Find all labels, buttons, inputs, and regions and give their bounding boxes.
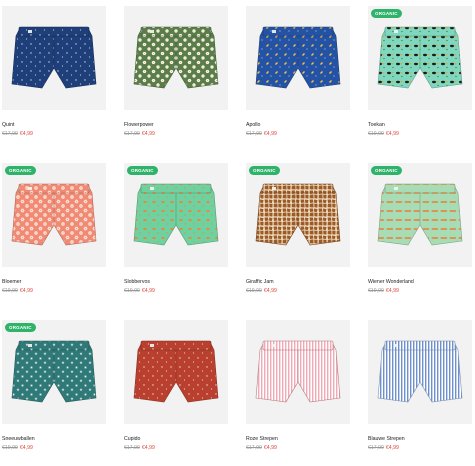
product-image[interactable] [2, 6, 106, 110]
product-card[interactable]: Flowerpower €17,99 €4,99 [124, 6, 228, 138]
old-price: €17,99 [246, 445, 262, 451]
old-price: €17,99 [2, 131, 18, 137]
sale-price: €4,99 [263, 288, 277, 294]
product-name[interactable]: Apollo [246, 122, 350, 129]
product-price: €17,99 €4,99 [246, 445, 350, 452]
sale-price: €4,99 [19, 445, 33, 451]
boxer-shorts-image [133, 26, 219, 89]
old-price: €17,99 [368, 445, 384, 451]
product-price: €17,99 €4,99 [124, 445, 228, 452]
product-card[interactable]: ORGANIC Sneeuwballen €19,99 €4,99 [2, 320, 106, 452]
sale-price: €4,99 [263, 445, 277, 451]
boxer-shorts-image [255, 340, 341, 403]
product-price: €19,99 €4,99 [246, 288, 350, 295]
boxer-shorts-image [255, 26, 341, 89]
organic-badge: ORGANIC [127, 166, 158, 175]
boxer-shorts-image [255, 183, 341, 246]
sale-price: €4,99 [385, 445, 399, 451]
organic-badge: ORGANIC [371, 9, 402, 18]
organic-badge: ORGANIC [5, 166, 36, 175]
old-price: €17,99 [124, 131, 140, 137]
product-name[interactable]: Sneeuwballen [2, 436, 106, 443]
product-price: €19,99 €4,99 [2, 445, 106, 452]
product-card[interactable]: Blauwe Strepen €17,99 €4,99 [368, 320, 472, 452]
product-price: €17,99 €4,99 [2, 131, 106, 138]
sale-price: €4,99 [385, 131, 399, 137]
sale-price: €4,99 [385, 288, 399, 294]
product-name[interactable]: Blauwe Strepen [368, 436, 472, 443]
boxer-shorts-image [377, 340, 463, 403]
boxer-shorts-image [377, 26, 463, 89]
organic-badge: ORGANIC [5, 323, 36, 332]
product-card[interactable]: ORGANIC Bloemer €19,99 €4,99 [2, 163, 106, 295]
product-price: €19,99 €4,99 [2, 288, 106, 295]
product-image[interactable] [124, 320, 228, 424]
product-price: €17,99 €4,99 [368, 445, 472, 452]
boxer-shorts-image [11, 183, 97, 246]
product-image[interactable] [246, 320, 350, 424]
product-name[interactable]: Bloemer [2, 279, 106, 286]
product-price: €19,99 €4,99 [368, 131, 472, 138]
old-price: €19,99 [368, 131, 384, 137]
product-grid: Quint €17,99 €4,99 Flowerpower €17,99 €4,99 Ap… [0, 0, 475, 466]
old-price: €19,99 [2, 288, 18, 294]
boxer-shorts-image [377, 183, 463, 246]
sale-price: €4,99 [263, 131, 277, 137]
sale-price: €4,99 [19, 288, 33, 294]
product-card[interactable]: ORGANIC Wiener Wonderland €19,99 €4,99 [368, 163, 472, 295]
product-name[interactable]: Quint [2, 122, 106, 129]
organic-badge: ORGANIC [249, 166, 280, 175]
boxer-shorts-image [133, 340, 219, 403]
product-price: €19,99 €4,99 [368, 288, 472, 295]
product-card[interactable]: Quint €17,99 €4,99 [2, 6, 106, 138]
old-price: €19,99 [124, 288, 140, 294]
product-name[interactable]: Slobbervos [124, 279, 228, 286]
product-name[interactable]: Toekan [368, 122, 472, 129]
product-card[interactable]: ORGANIC Toekan €19,99 €4,99 [368, 6, 472, 138]
product-name[interactable]: Roze Strepen [246, 436, 350, 443]
product-price: €19,99 €4,99 [124, 288, 228, 295]
old-price: €19,99 [246, 288, 262, 294]
sale-price: €4,99 [141, 131, 155, 137]
sale-price: €4,99 [19, 131, 33, 137]
sale-price: €4,99 [141, 445, 155, 451]
product-name[interactable]: Cupido [124, 436, 228, 443]
boxer-shorts-image [133, 183, 219, 246]
product-image[interactable]: ORGANIC [368, 6, 472, 110]
product-card[interactable]: ORGANIC Slobbervos €19,99 €4,99 [124, 163, 228, 295]
product-image[interactable]: ORGANIC [368, 163, 472, 267]
product-price: €17,99 €4,99 [124, 131, 228, 138]
old-price: €19,99 [2, 445, 18, 451]
old-price: €19,99 [368, 288, 384, 294]
product-card[interactable]: Apollo €17,99 €4,99 [246, 6, 350, 138]
product-card[interactable]: ORGANIC Giraffic Jam €19,99 €4,99 [246, 163, 350, 295]
product-name[interactable]: Giraffic Jam [246, 279, 350, 286]
old-price: €17,99 [124, 445, 140, 451]
product-image[interactable] [246, 6, 350, 110]
organic-badge: ORGANIC [371, 166, 402, 175]
sale-price: €4,99 [141, 288, 155, 294]
product-name[interactable]: Wiener Wonderland [368, 279, 472, 286]
boxer-shorts-image [11, 340, 97, 403]
product-card[interactable]: Cupido €17,99 €4,99 [124, 320, 228, 452]
old-price: €17,99 [246, 131, 262, 137]
product-name[interactable]: Flowerpower [124, 122, 228, 129]
product-card[interactable]: Roze Strepen €17,99 €4,99 [246, 320, 350, 452]
product-image[interactable]: ORGANIC [246, 163, 350, 267]
boxer-shorts-image [11, 26, 97, 89]
product-price: €17,99 €4,99 [246, 131, 350, 138]
product-image[interactable]: ORGANIC [124, 163, 228, 267]
product-image[interactable]: ORGANIC [2, 163, 106, 267]
product-image[interactable]: ORGANIC [2, 320, 106, 424]
product-image[interactable] [124, 6, 228, 110]
product-image[interactable] [368, 320, 472, 424]
